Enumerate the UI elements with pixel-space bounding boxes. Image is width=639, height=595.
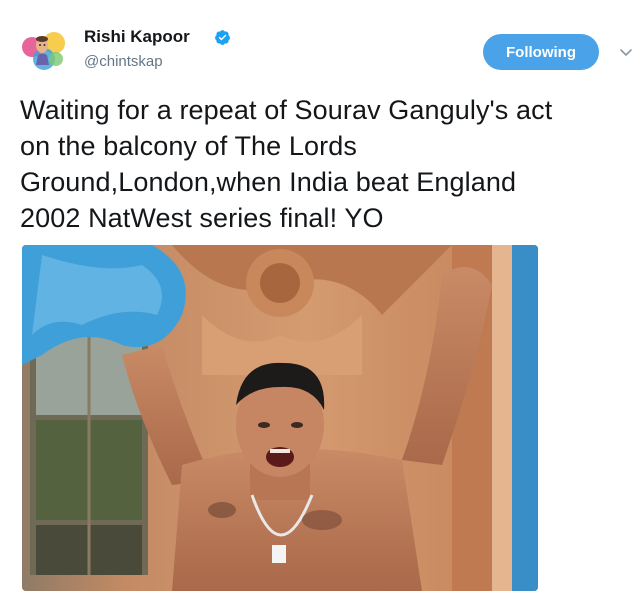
avatar[interactable] — [20, 25, 68, 73]
tweet-text-line: 2002 NatWest series final! YO — [20, 203, 384, 233]
tweet-text-line: Ground,London,when India beat England — [20, 167, 517, 197]
tweet-card: Rishi Kapoor @chintskap Following Waitin… — [0, 0, 639, 595]
tweet-text: Waiting for a repeat of Sourav Ganguly's… — [20, 92, 620, 236]
author-name[interactable]: Rishi Kapoor — [84, 27, 190, 47]
author-handle[interactable]: @chintskap — [84, 53, 163, 70]
tweet-text-line: on the balcony of The Lords — [20, 131, 357, 161]
tweet-photo[interactable] — [22, 245, 538, 591]
avatar-image — [20, 25, 68, 73]
tweet-text-line: Waiting for a repeat of Sourav Ganguly's… — [20, 95, 553, 125]
photo-image — [22, 245, 538, 591]
following-button[interactable]: Following — [483, 34, 599, 70]
chevron-down-icon[interactable] — [618, 44, 634, 60]
verified-badge-icon — [215, 30, 230, 45]
